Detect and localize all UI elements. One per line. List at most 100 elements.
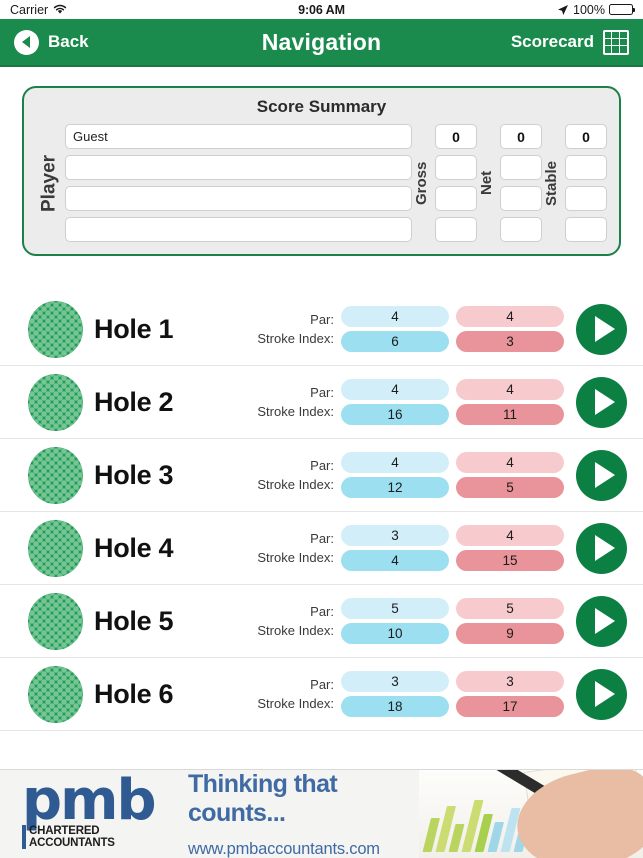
hole-stats: Par: Stroke Index: 4 16 4 11 [257,379,564,425]
mens-tee-column: 4 12 [341,452,449,498]
battery-full-icon [609,4,636,15]
net-score-input[interactable] [500,155,542,180]
player-name-input[interactable] [65,155,412,180]
player-name-column [65,124,412,242]
hole-row[interactable]: Hole 1 Par: Stroke Index: 4 6 4 3 [0,293,643,366]
golf-ball-icon [28,519,83,577]
ladies-tee-column: 4 15 [456,525,564,571]
back-circle-icon [14,29,39,55]
hole-stats: Par: Stroke Index: 4 6 4 3 [257,306,564,352]
banner-ad-text: Thinking that counts... www.pmbaccountan… [188,770,419,858]
stroke-index-label: Stroke Index: [257,550,334,565]
back-button-label: Back [48,32,89,51]
net-score-input[interactable] [500,186,542,211]
hole-name-label: Hole 2 [94,386,174,417]
hole-name-label: Hole 5 [94,605,174,636]
hole-name-label: Hole 3 [94,459,174,490]
score-summary-card: Score Summary Player Gross Net [22,86,621,256]
banner-ad[interactable]: pmb CHARTERED ACCOUNTANTS Thinking that … [0,769,643,858]
mens-tee-column: 34 [341,525,449,571]
gross-column [435,124,477,242]
golf-ball-icon [28,592,83,650]
mens-tee-column: 4 16 [341,379,449,425]
stable-score-input[interactable] [565,217,607,242]
clock-label: 9:06 AM [298,2,345,17]
stat-labels: Par: Stroke Index: [257,677,334,711]
gross-score-input[interactable] [435,217,477,242]
gross-score-input[interactable] [435,124,477,149]
par-value-red: 5 [456,598,564,619]
navigation-bar: Back Navigation Scorecard [0,19,643,67]
banner-tagline: Thinking that counts... [188,769,338,827]
banner-artwork [419,770,643,858]
par-value-red: 4 [456,525,564,546]
player-name-input[interactable] [65,186,412,211]
stable-score-input[interactable] [565,155,607,180]
net-score-input[interactable] [500,124,542,149]
ladies-tee-column: 45 [456,452,564,498]
ladies-tee-column: 3 17 [456,671,564,717]
hole-row[interactable]: Hole 4 Par: Stroke Index: 3 4 4 15 [0,512,643,585]
hole-row[interactable]: Hole 2 Par: Stroke Index: 4 16 4 11 [0,366,643,439]
stroke-index-value-red: 15 [456,550,564,571]
hole-list[interactable]: Hole 1 Par: Stroke Index: 4 6 4 3 Hole 2 Par: Str… [0,293,643,731]
par-value-red: 3 [456,671,564,692]
hole-stats: Par: Stroke Index: 4 12 4 5 [257,452,564,498]
stat-labels: Par: Stroke Index: [257,531,334,565]
play-icon[interactable] [576,376,627,428]
mens-tee-column: 3 18 [341,671,449,717]
hole-row[interactable]: Hole 6 Par: Stroke Index: 3 18 3 17 [0,658,643,731]
stroke-index-value-red: 3 [456,331,564,352]
play-icon[interactable] [576,522,627,574]
stat-labels: Par: Stroke Index: [257,458,334,492]
stroke-index-value-blue: 4 [341,550,449,571]
par-value-red: 4 [456,306,564,327]
gross-score-input[interactable] [435,155,477,180]
player-column-label: Player [38,154,60,212]
par-label: Par: [310,531,334,546]
par-label: Par: [310,458,334,473]
ladies-tee-column: 43 [456,306,564,352]
stable-column-label: Stable [543,160,560,206]
stroke-index-label: Stroke Index: [257,404,334,419]
gross-column-label: Gross [413,161,430,205]
ladies-tee-column: 59 [456,598,564,644]
stable-score-input[interactable] [565,124,607,149]
stable-score-input[interactable] [565,186,607,211]
battery-percent-label: 100% [573,2,605,17]
play-icon[interactable] [576,449,627,501]
player-name-input[interactable] [65,124,412,149]
gross-score-input[interactable] [435,186,477,211]
pmb-logo: pmb CHARTERED ACCOUNTANTS [22,772,170,850]
hole-stats: Par: Stroke Index: 5 10 5 9 [257,598,564,644]
net-score-input[interactable] [500,217,542,242]
play-icon[interactable] [576,595,627,647]
stroke-index-value-red: 11 [456,404,564,425]
stroke-index-value-red: 5 [456,477,564,498]
player-name-input[interactable] [65,217,412,242]
par-label: Par: [310,677,334,692]
status-bar: Carrier 9:06 AM 100% [0,0,643,19]
golf-ball-icon [28,446,83,504]
status-bar-right: 100% [557,2,636,17]
par-label: Par: [310,604,334,619]
ladies-tee-column: 4 11 [456,379,564,425]
hole-row[interactable]: Hole 3 Par: Stroke Index: 4 12 4 5 [0,439,643,512]
scorecard-button[interactable]: Scorecard [511,29,629,55]
hole-name-label: Hole 1 [94,313,174,344]
golf-ball-icon [28,665,83,723]
back-button[interactable]: Back [14,29,89,55]
play-icon[interactable] [576,303,627,355]
stroke-index-value-blue: 16 [341,404,449,425]
stroke-index-label: Stroke Index: [257,623,334,638]
stroke-index-value-red: 17 [456,696,564,717]
stroke-index-value-blue: 10 [341,623,449,644]
hole-row[interactable]: Hole 5 Par: Stroke Index: 5 10 5 9 [0,585,643,658]
stroke-index-value-red: 9 [456,623,564,644]
stroke-index-value-blue: 12 [341,477,449,498]
par-label: Par: [310,385,334,400]
location-arrow-icon [557,4,569,16]
stable-column [565,124,607,242]
banner-url: www.pmbaccountants.com [188,839,380,858]
play-icon[interactable] [576,668,627,720]
